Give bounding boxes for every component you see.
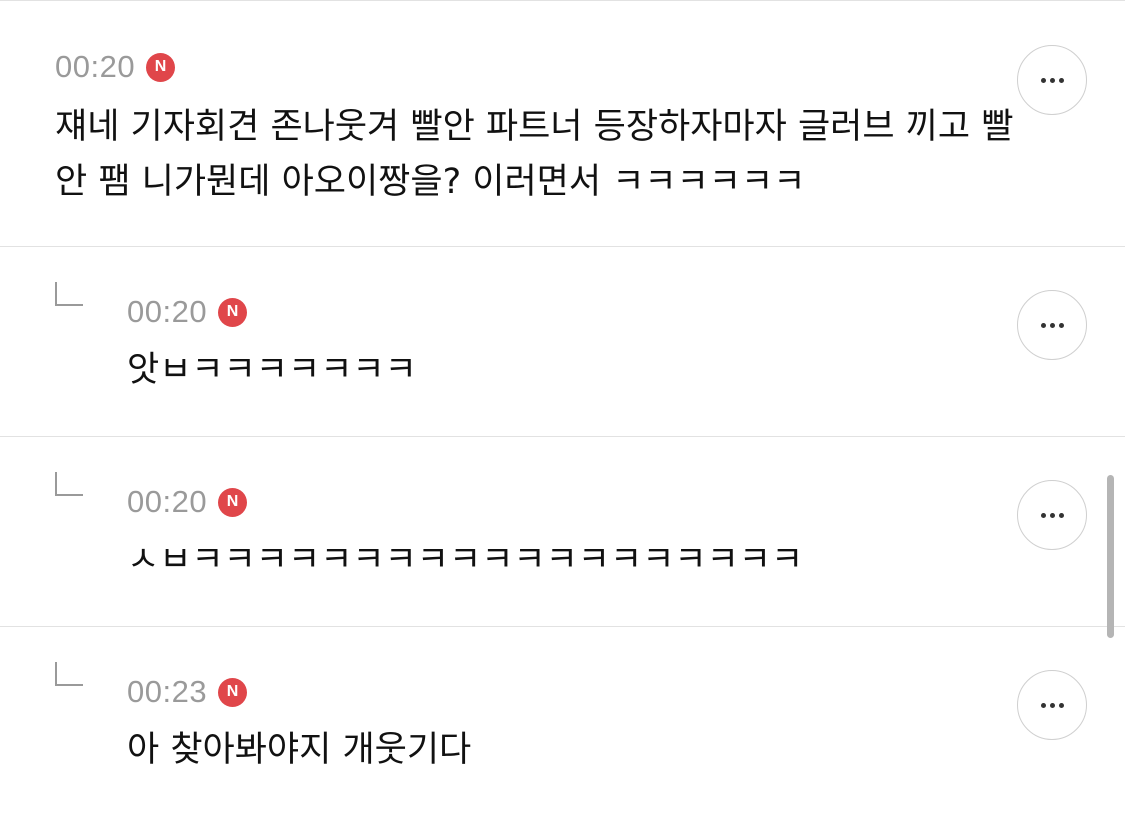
reply-item: 00:20 N 앗ㅂㅋㅋㅋㅋㅋㅋㅋ (0, 248, 1125, 437)
comment-text: 아 찾아봐야지 개웃기다 (127, 730, 472, 770)
new-badge-icon: N (218, 487, 248, 517)
comment-time: 00:20 (127, 484, 208, 519)
new-badge-icon: N (218, 297, 248, 327)
comment-text: 쟤네 기자회견 존나웃겨 빨안 파트너 등장하자마자 글러브 끼고 빨안 팸 니… (55, 107, 1014, 202)
comment-item: 00:20 N 쟤네 기자회견 존나웃겨 빨안 파트너 등장하자마자 글러브 끼… (0, 1, 1125, 247)
reply-arrow-icon (55, 282, 83, 306)
reply-arrow-icon (55, 472, 83, 496)
more-options-button[interactable] (1017, 480, 1087, 550)
ellipsis-icon (1040, 77, 1064, 83)
more-options-button[interactable] (1017, 290, 1087, 360)
comment-meta: 00:23 N (127, 674, 248, 710)
comment-time: 00:20 (127, 294, 208, 329)
more-options-button[interactable] (1017, 45, 1087, 115)
comment-text: 앗ㅂㅋㅋㅋㅋㅋㅋㅋ (127, 350, 417, 390)
comment-text: ㅅㅂㅋㅋㅋㅋㅋㅋㅋㅋㅋㅋㅋㅋㅋㅋㅋㅋㅋㅋㅋ (127, 540, 804, 580)
reply-item: 00:20 N ㅅㅂㅋㅋㅋㅋㅋㅋㅋㅋㅋㅋㅋㅋㅋㅋㅋㅋㅋㅋㅋ (0, 438, 1125, 627)
new-badge-icon: N (146, 52, 176, 82)
comment-time: 00:23 (127, 674, 208, 709)
comment-meta: 00:20 N (127, 294, 248, 330)
ellipsis-icon (1040, 702, 1064, 708)
comment-time: 00:20 (55, 49, 136, 84)
reply-arrow-icon (55, 662, 83, 686)
reply-item: 00:23 N 아 찾아봐야지 개웃기다 (0, 628, 1125, 814)
vertical-scrollbar[interactable] (1107, 475, 1114, 638)
new-badge-icon: N (218, 677, 248, 707)
ellipsis-icon (1040, 512, 1064, 518)
comment-meta: 00:20 N (55, 49, 176, 85)
comment-meta: 00:20 N (127, 484, 248, 520)
more-options-button[interactable] (1017, 670, 1087, 740)
ellipsis-icon (1040, 322, 1064, 328)
